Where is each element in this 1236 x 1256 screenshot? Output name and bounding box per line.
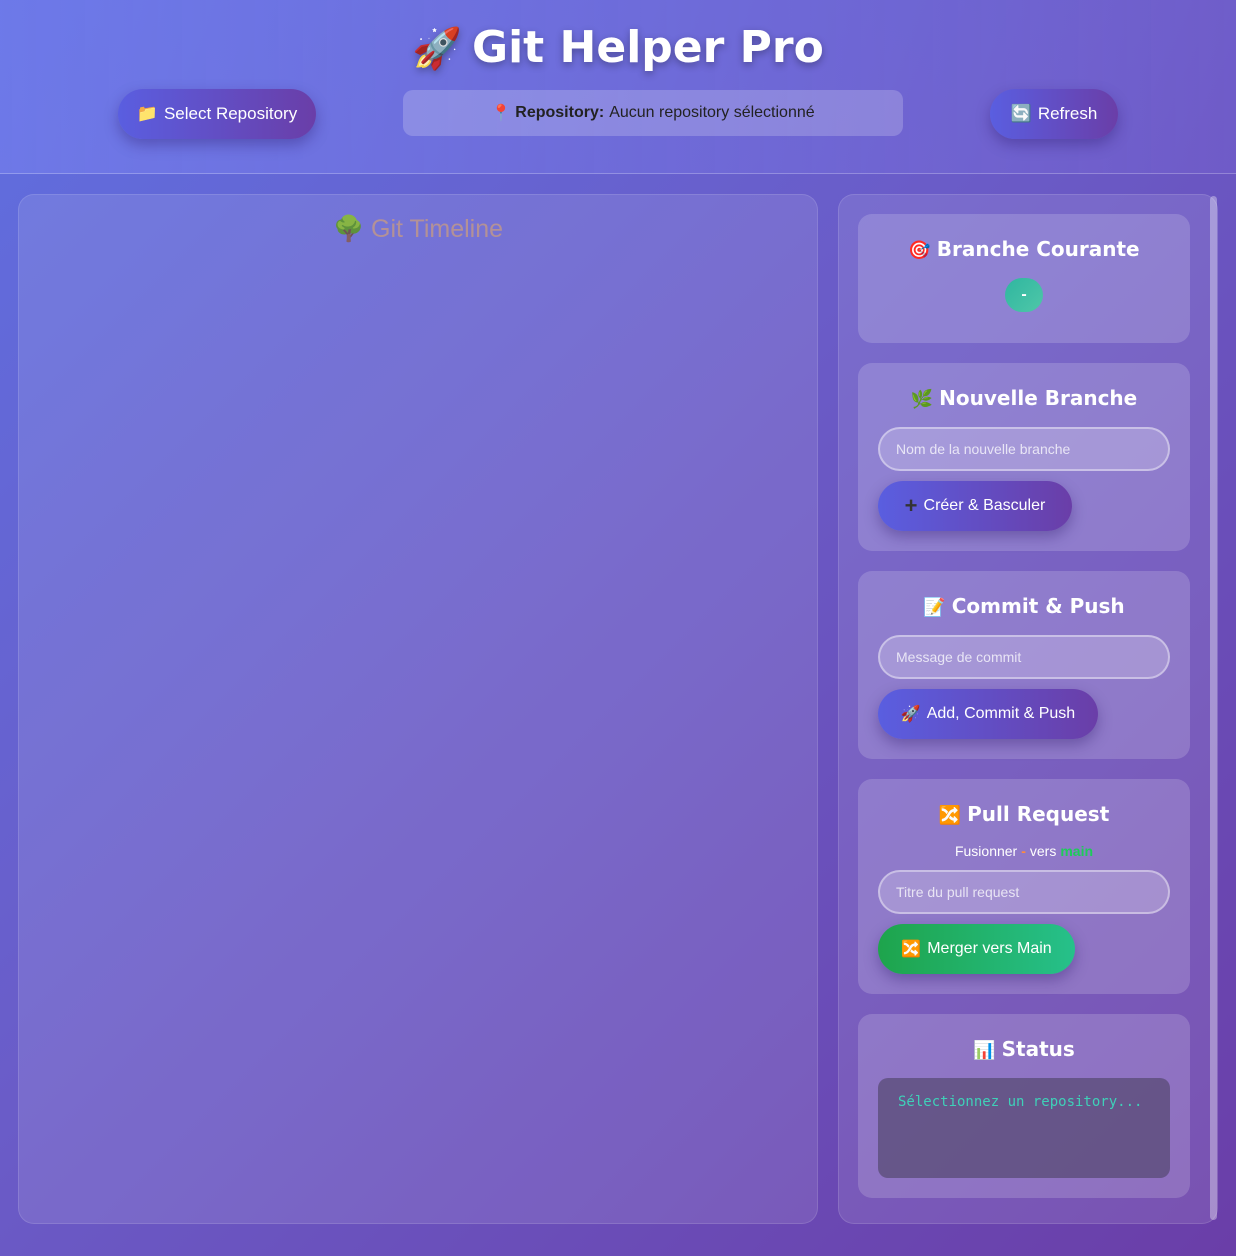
select-repository-button[interactable]: 📁 Select Repository	[118, 89, 316, 139]
bar-chart-icon: 📊	[973, 1040, 996, 1061]
commit-title: 📝 Commit & Push	[858, 594, 1190, 618]
pull-request-title-text: Pull Request	[967, 802, 1110, 826]
commit-title-text: Commit & Push	[951, 594, 1125, 618]
timeline-title: 🌳 Git Timeline	[19, 215, 817, 244]
refresh-button[interactable]: 🔄 Refresh	[990, 89, 1118, 139]
current-branch-card: 🎯 Branche Courante -	[858, 214, 1190, 343]
herb-icon: 🌿	[910, 389, 934, 410]
pull-request-card: 🔀Pull Request Fusionner-versmain 🔀 Merge…	[858, 779, 1190, 994]
new-branch-title-text: Nouvelle Branche	[939, 386, 1138, 410]
status-output: Sélectionnez un repository...	[878, 1078, 1170, 1178]
repository-value: Aucun repository sélectionné	[609, 104, 815, 121]
app-title: 🚀 Git Helper Pro	[0, 22, 1236, 73]
refresh-icon: 🔄	[1010, 104, 1032, 123]
tree-icon: 🌳	[332, 215, 365, 243]
memo-icon: 📝	[923, 597, 946, 618]
select-repository-label: Select Repository	[163, 104, 298, 123]
sidebar-scrollbar[interactable]	[1210, 196, 1217, 1220]
status-title-text: Status	[1001, 1037, 1075, 1061]
merge-info: Fusionner - vers main	[858, 843, 1190, 859]
current-branch-badge: -	[1005, 278, 1043, 312]
timeline-panel: 🌳 Git Timeline	[18, 194, 818, 1224]
current-branch-title-text: Branche Courante	[936, 237, 1140, 261]
commit-card: 📝Commit & Push 🚀 Add, Commit & Push	[858, 571, 1190, 759]
refresh-label: Refresh	[1037, 104, 1098, 123]
status-title: 📊 Status	[858, 1037, 1190, 1061]
repository-label: Repository:	[515, 104, 605, 121]
merge-prefix: Fusionner	[954, 843, 1018, 859]
shuffle-icon: 🔀	[938, 805, 962, 826]
pull-request-title: 🔀 Pull Request	[858, 802, 1190, 826]
app-title-text: Git Helper Pro	[471, 22, 824, 73]
new-branch-input[interactable]	[878, 427, 1170, 471]
rocket-icon: 🚀	[412, 26, 462, 72]
shuffle-icon: 🔀	[901, 941, 922, 958]
source-branch: -	[1021, 843, 1026, 859]
target-branch: main	[1060, 843, 1094, 859]
create-switch-button[interactable]: + Créer & Basculer	[878, 481, 1072, 531]
timeline-title-text: Git Timeline	[371, 215, 504, 243]
merge-mid: vers	[1029, 843, 1057, 859]
rocket-icon: 🚀	[900, 706, 921, 723]
folder-icon: 📁	[136, 104, 158, 123]
target-icon: 🎯	[908, 240, 931, 261]
repository-status: 📍 Repository: Aucun repository sélection…	[403, 90, 903, 136]
new-branch-title: 🌿 Nouvelle Branche	[858, 386, 1190, 410]
plus-icon: +	[904, 493, 918, 518]
pin-icon: 📍	[491, 105, 512, 122]
app-header: 🚀 Git Helper Pro 📁 Select Repository 📍 Re…	[0, 0, 1236, 174]
status-card: 📊 Status Sélectionnez un repository...	[858, 1014, 1190, 1198]
add-commit-push-button[interactable]: 🚀 Add, Commit & Push	[878, 689, 1098, 739]
merge-to-main-button[interactable]: 🔀 Merger vers Main	[878, 924, 1075, 974]
merge-to-main-label: Merger vers Main	[927, 940, 1052, 957]
commit-message-input[interactable]	[878, 635, 1170, 679]
new-branch-card: 🌿Nouvelle Branche + Créer & Basculer	[858, 363, 1190, 551]
current-branch-title: 🎯 Branche Courante	[858, 237, 1190, 261]
pull-request-title-input[interactable]	[878, 870, 1170, 914]
create-switch-label: Créer & Basculer	[923, 497, 1046, 514]
add-commit-push-label: Add, Commit & Push	[926, 705, 1076, 722]
